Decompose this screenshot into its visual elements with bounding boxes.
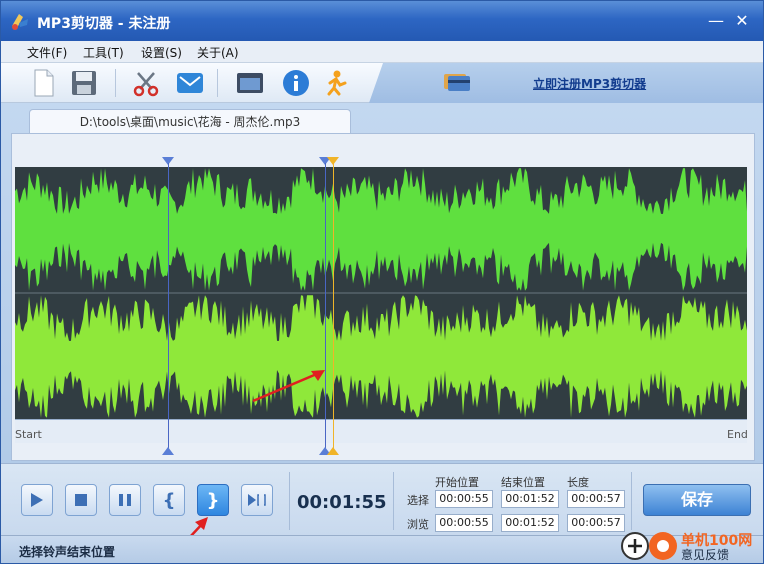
info-button[interactable]: [279, 67, 313, 99]
window-icon: [237, 73, 263, 93]
play-end-icon: [248, 494, 266, 506]
menu-file[interactable]: 文件(F): [27, 44, 67, 61]
app-window: MP3剪切器 - 未注册 — ✕ 文件(F) 工具(T) 设置(S) 关于(A): [0, 0, 764, 564]
panel-divider: [289, 472, 290, 530]
header-start-position: 开始位置: [435, 476, 479, 489]
selection-start-marker[interactable]: [168, 163, 169, 453]
set-start-button[interactable]: {: [153, 484, 185, 516]
menu-bar: 文件(F) 工具(T) 设置(S) 关于(A): [1, 41, 763, 63]
toolbar: 立即注册MP3剪切器: [1, 63, 763, 103]
runner-icon: [327, 70, 347, 96]
plus-circle-icon: [621, 532, 649, 560]
waveform-channel-right: [15, 295, 747, 418]
window-title: MP3剪切器 - 未注册: [37, 16, 171, 32]
pause-icon: [119, 494, 131, 506]
menu-about[interactable]: 关于(A): [197, 44, 239, 61]
save-file-button[interactable]: [67, 67, 101, 99]
stop-button[interactable]: [65, 484, 97, 516]
new-file-icon: [34, 69, 54, 97]
header-length: 长度: [567, 476, 589, 489]
row-label-preview: 浏览: [407, 518, 429, 531]
preview-start-field[interactable]: 00:00:55: [435, 514, 493, 532]
toolbar-separator: [115, 69, 116, 97]
waveform-view[interactable]: [15, 167, 747, 419]
row-label-selection: 选择: [407, 494, 429, 507]
preview-end-field[interactable]: 00:01:52: [501, 514, 559, 532]
selection-start-field[interactable]: 00:00:55: [435, 490, 493, 508]
register-link[interactable]: 立即注册MP3剪切器: [533, 75, 646, 92]
runner-button[interactable]: [319, 67, 353, 99]
ruler-end-label: End: [727, 428, 748, 441]
playhead-marker[interactable]: [333, 163, 334, 453]
info-icon: [283, 70, 309, 96]
start-marker-bottom-handle[interactable]: [162, 447, 174, 455]
play-to-end-button[interactable]: [241, 484, 273, 516]
close-button[interactable]: ✕: [733, 13, 751, 29]
current-time-display: 00:01:55: [297, 492, 387, 513]
header-end-position: 结束位置: [501, 476, 545, 489]
title-bar[interactable]: MP3剪切器 - 未注册 — ✕: [1, 1, 763, 41]
play-icon: [31, 493, 43, 507]
menu-tools[interactable]: 工具(T): [83, 44, 124, 61]
watermark-text: 单机100网: [681, 533, 753, 549]
selection-end-field[interactable]: 00:01:52: [501, 490, 559, 508]
panel-divider: [631, 472, 632, 530]
pause-button[interactable]: [109, 484, 141, 516]
transport-panel: { } 00:01:55 开始位置 结束位置 长度 选择 00:00:55 00…: [1, 463, 763, 535]
status-text: 选择铃声结束位置: [19, 545, 116, 559]
watermark-logo-icon: [649, 532, 677, 560]
credit-card-icon: [444, 74, 470, 91]
menu-settings[interactable]: 设置(S): [141, 44, 182, 61]
email-button[interactable]: [173, 67, 207, 99]
email-icon: [177, 73, 203, 93]
playhead-bottom-handle[interactable]: [327, 447, 339, 455]
minimize-button[interactable]: —: [707, 13, 725, 29]
timeline-ruler[interactable]: Start End: [15, 419, 748, 443]
stop-icon: [75, 494, 87, 506]
waveform-shape: [15, 168, 747, 291]
status-bar: 选择铃声结束位置 意见反馈 单机100网: [1, 532, 763, 563]
file-tab[interactable]: D:\tools\桌面\music\花海 - 周杰伦.mp3: [29, 109, 351, 135]
set-end-button[interactable]: }: [197, 484, 229, 516]
save-disk-icon: [72, 71, 96, 95]
app-logo-icon: [12, 14, 28, 30]
waveform-channel-left: [15, 168, 747, 291]
new-file-button[interactable]: [27, 67, 61, 99]
preview-length-field[interactable]: 00:00:57: [567, 514, 625, 532]
scissors-icon: [133, 72, 159, 97]
annotation-arrow: [252, 370, 325, 403]
waveform-shape: [15, 295, 747, 418]
watermark-logo-dot: [657, 540, 669, 552]
ruler-start-label: Start: [15, 428, 42, 441]
window-button[interactable]: [233, 67, 267, 99]
plus-icon: [628, 539, 642, 553]
toolbar-separator: [217, 69, 218, 97]
cut-button[interactable]: [129, 67, 163, 99]
save-button[interactable]: 保存: [643, 484, 751, 516]
play-button[interactable]: [21, 484, 53, 516]
panel-divider: [393, 472, 394, 530]
selection-length-field[interactable]: 00:00:57: [567, 490, 625, 508]
selection-end-marker[interactable]: [325, 163, 326, 453]
